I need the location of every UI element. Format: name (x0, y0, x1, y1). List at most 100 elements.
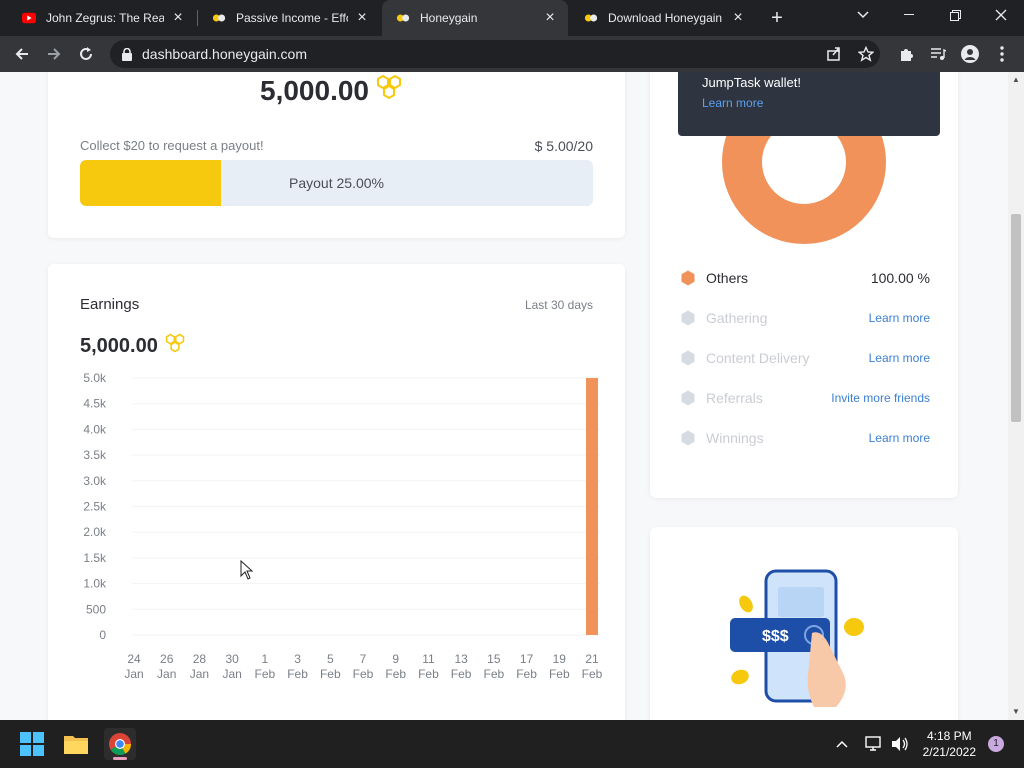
forward-button[interactable] (42, 42, 66, 66)
taskbar-clock[interactable]: 4:18 PM 2/21/2022 (923, 728, 976, 760)
legend-row-winnings: Winnings Learn more (680, 428, 930, 448)
tab-search-button[interactable] (840, 0, 886, 30)
earnings-chart: 0 500 1.0k 1.5k 2.0k 2.5k 3.0k 3.5k 4.0k 4.5k 5.0k… (83, 372, 602, 681)
profile-button[interactable] (958, 42, 982, 66)
vertical-scrollbar[interactable]: ▲ ▼ (1008, 72, 1024, 720)
minimize-icon (904, 14, 914, 15)
legend-label: Gathering (706, 310, 768, 326)
legend-row-others: Others 100.00 % (680, 268, 930, 288)
x-tick-label-month: Jan (157, 667, 176, 681)
tab-honeygain[interactable]: Honeygain × (382, 0, 568, 36)
address-bar[interactable]: dashboard.honeygain.com (110, 40, 880, 68)
y-tick-label: 0 (99, 628, 106, 642)
scroll-down-arrow-icon[interactable]: ▼ (1008, 704, 1024, 720)
restore-icon (949, 9, 961, 21)
reload-icon (80, 47, 92, 60)
y-tick-label: 3.5k (83, 448, 107, 462)
menu-button[interactable] (990, 42, 1014, 66)
x-tick-label-month: Feb (353, 667, 374, 681)
scroll-up-arrow-icon[interactable]: ▲ (1008, 72, 1024, 88)
share-button[interactable] (822, 42, 846, 66)
chrome-icon (109, 733, 131, 755)
minimize-button[interactable] (886, 0, 932, 30)
windows-taskbar: 4:18 PM 2/21/2022 (0, 720, 1024, 768)
y-tick-label: 1.0k (83, 577, 107, 591)
earnings-range-select[interactable]: Last 30 days (525, 298, 593, 312)
tab-youtube[interactable]: John Zegrus: The Real I × (8, 0, 196, 36)
extensions-button[interactable] (894, 42, 918, 66)
reload-button[interactable] (74, 42, 98, 66)
monitor-network-icon (865, 736, 881, 751)
start-button[interactable] (16, 728, 48, 760)
x-tick-label-month: Jan (124, 667, 143, 681)
tooltip-learn-more-link[interactable]: Learn more (702, 96, 916, 110)
jumptask-tooltip: JumpTask wallet! Learn more (678, 72, 940, 136)
page-content: 5,000.00 Collect $20 to request a payout… (0, 72, 1008, 720)
scrollbar-thumb[interactable] (1011, 214, 1021, 422)
honeycomb-icon (164, 333, 186, 359)
browser-toolbar: dashboard.honeygain.com (0, 36, 1024, 72)
chevron-down-icon (857, 11, 869, 19)
close-icon (995, 9, 1007, 21)
clock-time: 4:18 PM (926, 729, 972, 743)
balance-amount: 5,000.00 (260, 74, 369, 106)
x-tick-label-month: Feb (549, 667, 570, 681)
tab-title: Honeygain (420, 11, 478, 25)
legend-label: Content Delivery (706, 350, 810, 366)
promo-card: $$$ (650, 527, 958, 720)
hexagon-icon (681, 310, 695, 326)
honeycomb-icon (375, 74, 403, 107)
back-button[interactable] (10, 42, 34, 66)
tab-download-honeygain[interactable]: Download Honeygain | × (570, 0, 756, 36)
y-tick-label: 2.0k (83, 525, 107, 539)
chevron-up-icon (836, 740, 848, 748)
x-tick-label-day: 9 (392, 652, 399, 666)
y-tick-label: 5.0k (83, 372, 107, 385)
x-tick-label-day: 21 (585, 652, 599, 666)
x-tick-label-month: Feb (255, 667, 276, 681)
media-queue-icon (931, 48, 946, 60)
media-button[interactable] (926, 42, 950, 66)
y-tick-label: 1.5k (83, 551, 107, 565)
arrow-left-icon (15, 48, 28, 60)
y-tick-label: 2.5k (83, 500, 107, 514)
tab-passive-income[interactable]: Passive Income - Effort × (198, 0, 380, 36)
windows-logo-icon (20, 732, 44, 756)
legend-row-referrals: Referrals Invite more friends (680, 388, 930, 408)
bookmark-button[interactable] (854, 42, 878, 66)
file-explorer-button[interactable] (60, 728, 92, 760)
url-text: dashboard.honeygain.com (142, 46, 308, 62)
honeygain-favicon-icon (584, 11, 598, 25)
legend-link[interactable]: Learn more (869, 351, 930, 365)
x-tick-label-day: 13 (454, 652, 468, 666)
network-button[interactable] (862, 728, 886, 760)
restore-button[interactable] (932, 0, 978, 30)
phone-label: $$$ (762, 628, 789, 645)
volume-button[interactable] (888, 728, 912, 760)
chrome-taskbar-button[interactable] (104, 728, 136, 760)
close-icon[interactable]: × (170, 10, 186, 26)
legend-link[interactable]: Learn more (869, 431, 930, 445)
x-tick-label-day: 28 (193, 652, 207, 666)
x-tick-label-day: 17 (520, 652, 534, 666)
hexagon-icon (681, 350, 695, 366)
tab-title: Passive Income - Effort (236, 11, 348, 25)
speaker-icon (892, 737, 908, 751)
legend-link[interactable]: Invite more friends (831, 391, 930, 405)
arrow-right-icon (48, 48, 61, 60)
system-tray-chevron[interactable] (832, 728, 852, 760)
legend-label: Referrals (706, 390, 763, 406)
close-icon[interactable]: × (730, 10, 746, 26)
puzzle-icon (901, 49, 913, 61)
close-window-button[interactable] (978, 0, 1024, 30)
legend-link[interactable]: Learn more (869, 311, 930, 325)
legend-value: 100.00 % (870, 270, 930, 286)
legend-label: Others (706, 270, 749, 286)
hexagon-icon (681, 270, 695, 286)
close-icon[interactable]: × (354, 10, 370, 26)
notification-badge[interactable]: 1 (988, 736, 1004, 752)
folder-icon (64, 736, 88, 754)
close-icon[interactable]: × (542, 10, 558, 26)
new-tab-button[interactable]: + (766, 7, 788, 29)
x-tick-label-day: 19 (553, 652, 567, 666)
